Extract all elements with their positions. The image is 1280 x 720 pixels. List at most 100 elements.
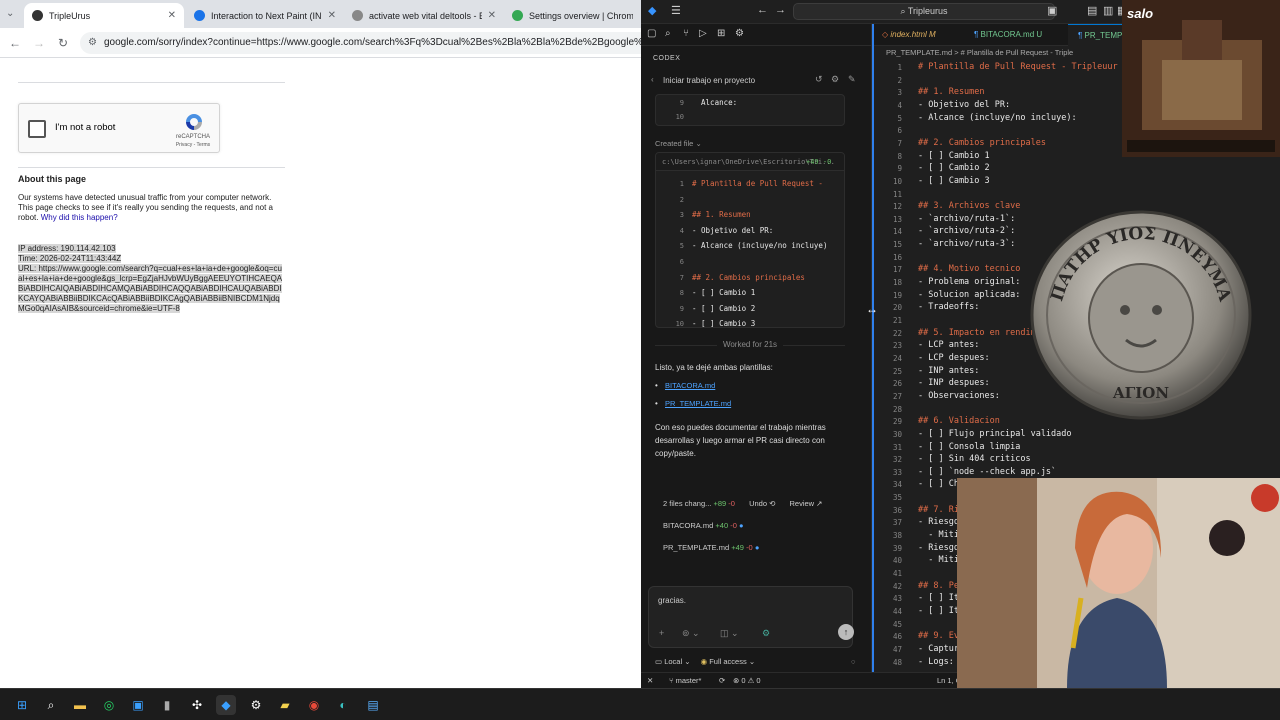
- remote-icon[interactable]: ✕: [647, 673, 653, 688]
- file-explorer-icon[interactable]: ▬: [70, 695, 90, 715]
- line-number: 44: [892, 606, 902, 616]
- files-icon[interactable]: ▢: [647, 28, 656, 39]
- line-number: 26: [892, 379, 902, 389]
- changes-deleted: -0: [728, 499, 735, 508]
- pr-template-link[interactable]: PR_TEMPLATE.md: [665, 399, 731, 408]
- codex-icon[interactable]: ⚙: [735, 28, 744, 39]
- send-button[interactable]: ↑: [838, 624, 854, 640]
- code-line: - [ ] Consola limpia: [918, 441, 1021, 452]
- chat-input-box[interactable]: gracias. + ⊚ ⌄ ◫ ⌄ ⚙ ↑: [648, 586, 854, 648]
- reload-icon[interactable]: ↻: [54, 34, 72, 52]
- line-number: 41: [892, 569, 902, 578]
- code-line: - Alcance (incluye/no incluye):: [918, 112, 1077, 123]
- captcha-checkbox[interactable]: [28, 120, 46, 138]
- editor-tab-bitacora[interactable]: ¶ BITACORA.md U: [964, 24, 1068, 46]
- editor-tab-index[interactable]: ◇ index.html M: [872, 24, 964, 46]
- vscode-taskbar-icon[interactable]: ◆: [216, 695, 236, 715]
- app-icon[interactable]: ▮: [157, 695, 177, 715]
- codex-sidebar: ▢ ⌕ ⑂ ▷ ⊞ ⚙ CODEX ‹ Iniciar trabajo en p…: [641, 24, 872, 672]
- branch-status[interactable]: ⑂ master*: [669, 673, 701, 688]
- code-line: - Problema original:: [918, 277, 1021, 288]
- run-icon[interactable]: ▷: [699, 28, 707, 39]
- why-link[interactable]: Why did this happen?: [41, 213, 118, 222]
- bitacora-link[interactable]: BITACORA.md: [665, 381, 715, 390]
- chatgpt-icon[interactable]: ✣: [187, 695, 207, 715]
- browser-tab-tripleurus[interactable]: TripleUrus ✕: [24, 3, 184, 28]
- model-icon[interactable]: ◫ ⌄: [720, 628, 739, 639]
- command-center[interactable]: ⌕ Tripleurus: [793, 3, 1055, 20]
- back-icon[interactable]: ←: [757, 4, 768, 16]
- modified-dot-icon: ●: [754, 543, 760, 552]
- breadcrumb[interactable]: PR_TEMPLATE.md > # Plantilla de Pull Req…: [886, 48, 1073, 57]
- close-icon[interactable]: ✕: [488, 10, 496, 21]
- bullet: •: [655, 381, 658, 390]
- search-icon[interactable]: ⌕: [41, 695, 61, 715]
- tab-search-icon[interactable]: ⌄: [6, 8, 14, 19]
- chrome-icon[interactable]: ◉: [304, 695, 324, 715]
- code-line: ## 8. Pe: [918, 580, 959, 591]
- code-line: - [ ] Ch: [918, 479, 959, 490]
- site-info-icon[interactable]: ⚙: [88, 32, 97, 54]
- tab-favicon-icon: [352, 10, 363, 21]
- changes-count: 2 files chang...: [663, 499, 712, 508]
- changed-file-row[interactable]: BITACORA.md +40 -0 ●: [663, 521, 744, 530]
- local-selector[interactable]: Local: [664, 657, 682, 666]
- start-icon[interactable]: ⊞: [12, 695, 32, 715]
- line-number: 1: [679, 180, 684, 188]
- source-control-icon[interactable]: ⑂: [683, 28, 689, 39]
- code-line: - [ ] Cambio 2: [692, 303, 756, 313]
- undo-label: Undo: [749, 499, 767, 508]
- browser-tab-settings[interactable]: Settings overview | Chrome D: [504, 3, 641, 28]
- divider: [18, 82, 285, 83]
- edge-icon[interactable]: ◐: [333, 695, 353, 715]
- address-bar[interactable]: ⚙ google.com/sorry/index?continue=https:…: [80, 32, 641, 54]
- attach-icon[interactable]: ⚙: [762, 628, 770, 639]
- close-icon[interactable]: ✕: [168, 10, 176, 21]
- changed-file-row[interactable]: PR_TEMPLATE.md +49 -0 ●: [663, 543, 759, 552]
- problems-status[interactable]: ⊗ 0 ⚠ 0: [733, 673, 761, 688]
- editor-tab-label: BITACORA.md U: [980, 30, 1043, 39]
- chat-input[interactable]: gracias.: [658, 596, 686, 605]
- close-icon[interactable]: ✕: [328, 10, 336, 21]
- google-sorry-page: I'm not a robot reCAPTCHA Privacy - Term…: [0, 59, 641, 688]
- browser-tab-web-vitals[interactable]: activate web vital deltools - Bu ✕: [344, 3, 504, 28]
- panel-toggle-icon[interactable]: ▥: [1103, 4, 1113, 17]
- sync-icon[interactable]: ⟳: [719, 673, 725, 688]
- back-icon[interactable]: ←: [6, 34, 24, 52]
- whatsapp-icon[interactable]: ◎: [99, 695, 119, 715]
- forward-icon[interactable]: →: [30, 34, 48, 52]
- store-icon[interactable]: ▣: [128, 695, 148, 715]
- undo-button[interactable]: Undo ⟲: [749, 499, 775, 508]
- settings-icon[interactable]: ⚙: [246, 695, 266, 715]
- extensions-icon[interactable]: ⊞: [717, 28, 725, 39]
- code-line: - Captur: [918, 643, 959, 654]
- task-title: Iniciar trabajo en proyecto: [663, 76, 756, 85]
- copilot-icon[interactable]: ▣: [1047, 4, 1057, 17]
- resize-cursor-icon: ↔: [866, 302, 878, 316]
- review-button[interactable]: Review ↗: [789, 499, 822, 508]
- tab-favicon-icon: [194, 10, 205, 21]
- branch-icon: ⑂: [669, 676, 676, 685]
- notepad-icon[interactable]: ▤: [363, 695, 383, 715]
- chevron-down-icon[interactable]: ⌄: [695, 139, 701, 148]
- access-selector[interactable]: Full access: [709, 657, 747, 666]
- notes-icon[interactable]: ▰: [275, 695, 295, 715]
- chevron-left-icon[interactable]: ‹: [651, 75, 654, 84]
- menu-icon[interactable]: ☰: [671, 4, 681, 17]
- code-line: - `archivo/ruta-2`:: [918, 226, 1016, 237]
- forward-icon[interactable]: →: [775, 4, 786, 16]
- search-icon[interactable]: ⌕: [665, 28, 671, 39]
- add-icon[interactable]: +: [659, 628, 664, 638]
- recaptcha-name: reCAPTCHA: [175, 134, 210, 140]
- line-number: 47: [892, 644, 902, 654]
- sash-highlight[interactable]: [872, 24, 874, 672]
- new-chat-icon[interactable]: ✎: [848, 74, 856, 85]
- history-icon[interactable]: ↺: [815, 74, 823, 85]
- mention-icon[interactable]: ⊚ ⌄: [682, 628, 700, 639]
- settings-icon[interactable]: ⚙: [831, 74, 839, 85]
- recaptcha-links[interactable]: Privacy - Terms: [169, 142, 217, 148]
- layout-icon[interactable]: ▤: [1087, 4, 1097, 17]
- time-line: Time: 2026-02-24T11:43:44Z: [18, 254, 122, 263]
- line-number: 8: [679, 289, 684, 298]
- browser-tab-inp[interactable]: Interaction to Next Paint (INP) ✕: [186, 3, 344, 28]
